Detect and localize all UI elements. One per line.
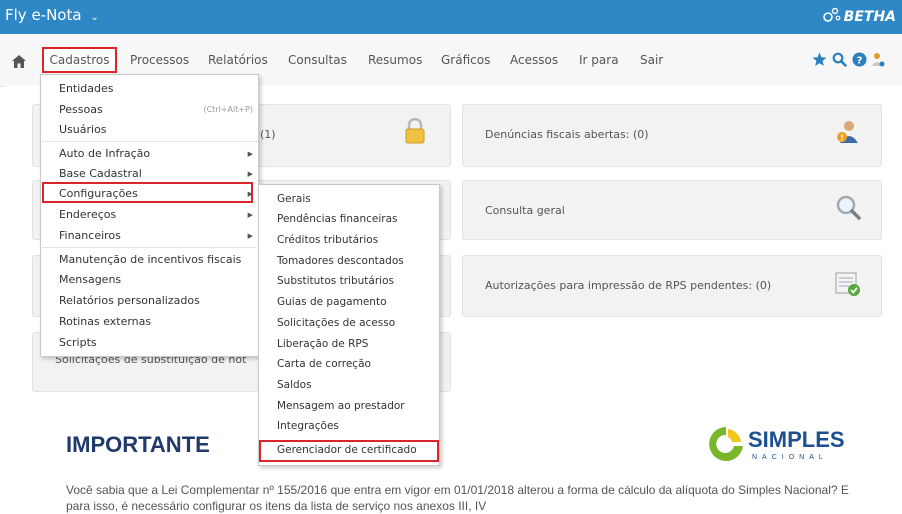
brand-logo: BETHA [822, 7, 896, 27]
user-alert-icon: ! [835, 119, 861, 149]
submenu-arrow-icon: ▶ [247, 232, 253, 240]
card-denuncias[interactable]: Denúncias fiscais abertas: (0) ! [462, 104, 882, 167]
chevron-down-icon: ⌄ [90, 12, 99, 23]
nav-resumos[interactable]: Resumos [368, 53, 422, 67]
svg-text:?: ? [857, 56, 863, 67]
nav-graficos[interactable]: Gráficos [441, 53, 490, 67]
menu-item-scripts[interactable]: Scripts [59, 336, 97, 349]
submenu-arrow-icon: ▶ [247, 150, 253, 158]
submenu-item-saldos[interactable]: Saldos [277, 379, 312, 391]
menu-item-financeiros[interactable]: Financeiros [59, 229, 121, 242]
betha-logo-icon [822, 7, 841, 27]
configuracoes-highlight [42, 182, 253, 203]
home-icon[interactable] [12, 53, 26, 72]
submenu-item-solicitacoes-acesso[interactable]: Solicitações de acesso [277, 317, 395, 329]
simples-swoosh-icon [706, 424, 746, 468]
lock-icon [405, 117, 425, 148]
submenu-item-substitutos-tributarios[interactable]: Substitutos tributários [277, 275, 394, 287]
menu-item-usuarios[interactable]: Usuários [59, 123, 107, 136]
nav-processos[interactable]: Processos [130, 53, 189, 67]
brand-name: BETHA [843, 9, 896, 25]
card-consulta-geral[interactable]: Consulta geral [462, 180, 882, 240]
nav-ir-para[interactable]: Ir para [579, 53, 619, 67]
document-check-icon [835, 271, 861, 301]
user-icon[interactable] [872, 52, 886, 72]
menu-item-entidades[interactable]: Entidades [59, 82, 114, 95]
submenu-item-creditos-tributarios[interactable]: Créditos tributários [277, 234, 378, 246]
nav-consultas[interactable]: Consultas [288, 53, 347, 67]
menu-divider [42, 141, 257, 142]
submenu-item-guias-pagamento[interactable]: Guias de pagamento [277, 296, 387, 308]
menu-item-base-cadastral[interactable]: Base Cadastral [59, 167, 142, 180]
help-icon[interactable]: ? [852, 52, 867, 71]
autorizacoes-label: Autorizações para impressão de RPS pende… [485, 279, 772, 292]
nav-sair[interactable]: Sair [640, 53, 663, 67]
simples-nacional-logo: SIMPLES NACIONAL [706, 424, 846, 470]
favorites-star-icon[interactable] [812, 52, 827, 71]
submenu-arrow-icon: ▶ [247, 170, 253, 178]
cadastros-menu: Entidades Pessoas (Ctrl+Alt+P) Usuários … [40, 74, 259, 357]
gerenciador-highlight [259, 440, 439, 462]
app-title: Fly e-Nota [5, 6, 82, 24]
app-title-dropdown[interactable]: Fly e-Nota ⌄ [5, 6, 99, 24]
card-count: (1) [260, 128, 276, 141]
menu-item-relatorios-personalizados[interactable]: Relatórios personalizados [59, 294, 200, 307]
submenu-item-liberacao-rps[interactable]: Liberação de RPS [277, 338, 368, 350]
svg-text:!: ! [840, 134, 844, 143]
simples-logo-text: SIMPLES [748, 427, 845, 452]
submenu-item-gerais[interactable]: Gerais [277, 193, 311, 205]
menu-divider [42, 247, 257, 248]
submenu-item-carta-correcao[interactable]: Carta de correção [277, 358, 371, 370]
menu-item-auto-infracao[interactable]: Auto de Infração [59, 147, 150, 160]
menu-item-enderecos[interactable]: Endereços [59, 208, 116, 221]
card-autorizacoes[interactable]: Autorizações para impressão de RPS pende… [462, 255, 882, 317]
configuracoes-submenu: Gerais Pendências financeiras Créditos t… [258, 184, 440, 466]
top-bar: Fly e-Nota ⌄ BETHA [0, 0, 902, 34]
consulta-label: Consulta geral [485, 204, 565, 217]
submenu-arrow-icon: ▶ [247, 211, 253, 219]
nav-cadastros[interactable]: Cadastros [42, 47, 117, 73]
menu-item-rotinas-externas[interactable]: Rotinas externas [59, 315, 151, 328]
nav-tools: ? [812, 52, 902, 68]
submenu-item-integracoes[interactable]: Integrações [277, 420, 339, 432]
submenu-item-mensagem-prestador[interactable]: Mensagem ao prestador [277, 400, 405, 412]
menu-item-manutencao[interactable]: Manutenção de incentivos fiscais [59, 253, 241, 266]
pessoas-shortcut: (Ctrl+Alt+P) [203, 105, 253, 114]
submenu-item-pendencias-financeiras[interactable]: Pendências financeiras [277, 213, 398, 225]
nacional-logo-text: NACIONAL [752, 454, 828, 461]
notice-title: IMPORTANTE [66, 432, 210, 457]
menu-item-pessoas[interactable]: Pessoas [59, 103, 103, 116]
nav-acessos[interactable]: Acessos [510, 53, 558, 67]
magnifier-icon [835, 194, 861, 224]
search-icon[interactable] [832, 52, 847, 71]
nav-relatorios[interactable]: Relatórios [208, 53, 268, 67]
denuncias-label: Denúncias fiscais abertas: (0) [485, 128, 649, 141]
notice-text: Você sabia que a Lei Complementar nº 155… [66, 483, 849, 513]
submenu-item-tomadores-descontados[interactable]: Tomadores descontados [277, 255, 404, 267]
menu-item-mensagens[interactable]: Mensagens [59, 273, 121, 286]
